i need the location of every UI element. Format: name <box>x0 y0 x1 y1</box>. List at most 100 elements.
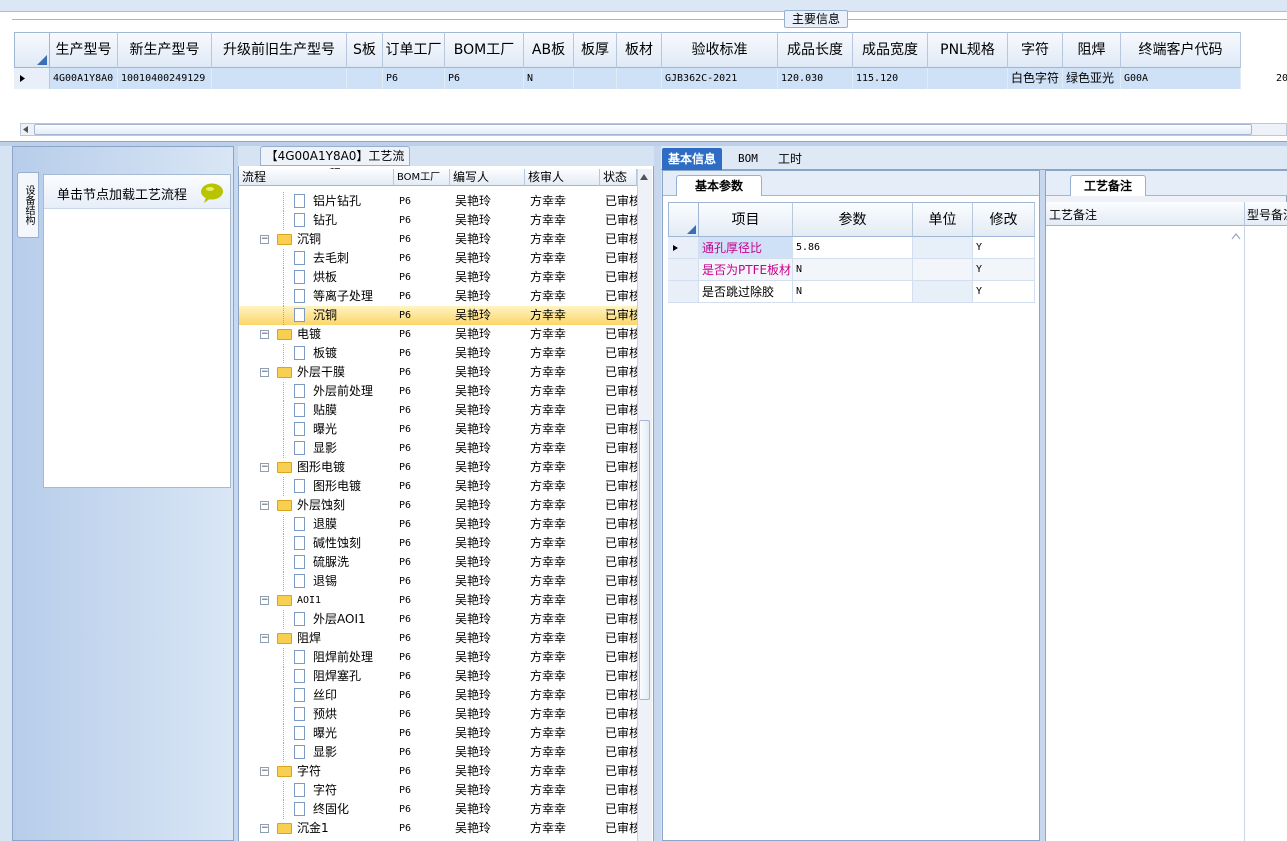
grid-cell[interactable]: 4G00A1Y8A0 <box>50 68 118 89</box>
grid-cell[interactable] <box>212 68 347 89</box>
collapse-toggle-icon[interactable]: − <box>260 368 269 377</box>
column-header[interactable]: 验收标准 <box>662 32 778 68</box>
notes-body[interactable] <box>1046 226 1287 841</box>
tree-node[interactable]: 去毛刺 P6 吴艳玲 方幸幸 已审核 <box>239 249 637 268</box>
tree-node[interactable]: 烘板 P6 吴艳玲 方幸幸 已审核 <box>239 268 637 287</box>
collapse-toggle-icon[interactable]: − <box>260 596 269 605</box>
params-column-header[interactable]: 单位 <box>913 202 973 237</box>
params-cell-value[interactable]: 5.86 <box>793 237 913 259</box>
tree-node[interactable]: 外层AOI1 P6 吴艳玲 方幸幸 已审核 <box>239 610 637 629</box>
column-header[interactable]: 板材 <box>617 32 662 68</box>
column-header[interactable]: 阻焊 <box>1063 32 1121 68</box>
grid-cell[interactable] <box>617 68 662 89</box>
column-header[interactable]: 升级前旧生产型号 <box>212 32 347 68</box>
tree-node[interactable]: 丝印 P6 吴艳玲 方幸幸 已审核 <box>239 686 637 705</box>
params-cell-value[interactable]: N <box>793 281 913 303</box>
notes-scroll-up-icon[interactable] <box>1231 232 1241 240</box>
tree-node[interactable]: − 沉金1 P6 吴艳玲 方幸幸 已审核 <box>239 819 637 838</box>
tree-node[interactable]: 字符 P6 吴艳玲 方幸幸 已审核 <box>239 781 637 800</box>
tree-node[interactable]: − 外层干膜 P6 吴艳玲 方幸幸 已审核 <box>239 363 637 382</box>
column-header[interactable]: 终端客户代码 <box>1121 32 1241 68</box>
tree-node[interactable]: − 图形电镀 P6 吴艳玲 方幸幸 已审核 <box>239 458 637 477</box>
tree-column-header[interactable]: BOM工厂 <box>394 169 450 186</box>
params-column-header[interactable]: 修改 <box>973 202 1035 237</box>
tab-bom[interactable]: BOM <box>732 148 764 170</box>
tree-node[interactable]: 阻焊塞孔 P6 吴艳玲 方幸幸 已审核 <box>239 667 637 686</box>
params-cell-unit[interactable] <box>913 259 973 281</box>
tree-node[interactable]: 显影 P6 吴艳玲 方幸幸 已审核 <box>239 439 637 458</box>
tree-node[interactable]: − 沉铜 P6 吴艳玲 方幸幸 已审核 <box>239 230 637 249</box>
column-header[interactable]: 生产型号 <box>50 32 118 68</box>
params-cell-modify[interactable]: Y <box>973 281 1035 303</box>
collapse-toggle-icon[interactable]: − <box>260 634 269 643</box>
params-cell-item[interactable]: 通孔厚径比 <box>699 237 793 259</box>
tree-node[interactable]: 图形电镀 P6 吴艳玲 方幸幸 已审核 <box>239 477 637 496</box>
scroll-left-icon[interactable] <box>22 125 30 134</box>
grid-cell[interactable]: 120.030 <box>778 68 853 89</box>
tab-basic-params[interactable]: 基本参数 <box>676 175 762 196</box>
column-header[interactable]: 成品宽度 <box>853 32 928 68</box>
params-column-header[interactable]: 参数 <box>793 202 913 237</box>
column-header[interactable]: AB板 <box>524 32 574 68</box>
column-header[interactable]: 新生产型号 <box>118 32 212 68</box>
column-header[interactable]: PNL规格 <box>928 32 1008 68</box>
tree-node[interactable]: 显影 P6 吴艳玲 方幸幸 已审核 <box>239 743 637 762</box>
scroll-up-icon[interactable] <box>639 173 649 181</box>
tree-node[interactable]: 贴膜 P6 吴艳玲 方幸幸 已审核 <box>239 401 637 420</box>
column-header[interactable]: 板厚 <box>574 32 617 68</box>
row-selector[interactable] <box>14 68 50 89</box>
tree-node[interactable]: 预烘 P6 吴艳玲 方幸幸 已审核 <box>239 705 637 724</box>
tree-node[interactable]: 沉铜 P6 吴艳玲 方幸幸 已审核 <box>239 306 637 325</box>
params-grid-corner[interactable] <box>668 202 699 237</box>
tree-node[interactable]: − 电镀 P6 吴艳玲 方幸幸 已审核 <box>239 325 637 344</box>
params-cell-unit[interactable] <box>913 281 973 303</box>
params-row-selector[interactable] <box>668 281 699 303</box>
tab-work-hours[interactable]: 工时 <box>772 148 808 170</box>
top-scroll-thumb[interactable] <box>34 124 1252 135</box>
collapse-toggle-icon[interactable]: − <box>260 330 269 339</box>
tree-node[interactable]: − 字符 P6 吴艳玲 方幸幸 已审核 <box>239 762 637 781</box>
tree-node[interactable]: 曝光 P6 吴艳玲 方幸幸 已审核 <box>239 420 637 439</box>
tree-node[interactable]: 退锡 P6 吴艳玲 方幸幸 已审核 <box>239 572 637 591</box>
tree-scroll-thumb[interactable] <box>639 420 650 700</box>
middle-splitter[interactable] <box>654 146 661 841</box>
tree-node[interactable]: 退膜 P6 吴艳玲 方幸幸 已审核 <box>239 515 637 534</box>
tree-node[interactable]: 曝光 P6 吴艳玲 方幸幸 已审核 <box>239 724 637 743</box>
params-cell-item[interactable]: 是否为PTFE板材 <box>699 259 793 281</box>
grid-cell[interactable]: GJB362C-2021 <box>662 68 778 89</box>
params-cell-modify[interactable]: Y <box>973 259 1035 281</box>
params-cell-unit[interactable] <box>913 237 973 259</box>
collapse-toggle-icon[interactable]: − <box>260 501 269 510</box>
tree-column-header[interactable]: 流程 <box>239 169 394 186</box>
params-cell-item[interactable]: 是否跳过除胶 <box>699 281 793 303</box>
column-header[interactable]: 字符 <box>1008 32 1063 68</box>
equipment-structure-tab[interactable]: 设备结构 <box>17 172 39 238</box>
tab-basic-info[interactable]: 基本信息 <box>662 148 723 170</box>
tree-node[interactable]: 阻焊前处理 P6 吴艳玲 方幸幸 已审核 <box>239 648 637 667</box>
speech-bubble-icon[interactable] <box>200 183 224 203</box>
params-column-header[interactable]: 项目 <box>699 202 793 237</box>
params-cell-modify[interactable]: Y <box>973 237 1035 259</box>
grid-cell[interactable]: 绿色亚光 <box>1063 68 1121 89</box>
tree-node[interactable]: 外层前处理 P6 吴艳玲 方幸幸 已审核 <box>239 382 637 401</box>
grid-cell[interactable]: 115.120 <box>853 68 928 89</box>
column-header[interactable]: BOM工厂 <box>445 32 524 68</box>
grid-corner[interactable] <box>14 32 50 68</box>
column-header[interactable]: 订单工厂 <box>383 32 445 68</box>
tree-column-header[interactable]: 编写人 <box>450 169 525 186</box>
grid-cell[interactable] <box>347 68 383 89</box>
tree-node[interactable]: 碱性蚀刻 P6 吴艳玲 方幸幸 已审核 <box>239 534 637 553</box>
tree-node[interactable]: 硫脲洗 P6 吴艳玲 方幸幸 已审核 <box>239 553 637 572</box>
tab-process-notes[interactable]: 工艺备注 <box>1070 175 1146 196</box>
tree-column-header[interactable]: 核审人 <box>525 169 600 186</box>
grid-cell[interactable]: 白色字符 <box>1008 68 1063 89</box>
grid-cell[interactable] <box>574 68 617 89</box>
tree-node[interactable]: 钻孔 P6 吴艳玲 方幸幸 已审核 <box>239 211 637 230</box>
grid-cell[interactable]: N <box>524 68 574 89</box>
column-header[interactable]: S板 <box>347 32 383 68</box>
grid-cell[interactable]: G00A <box>1121 68 1241 89</box>
params-row-selector[interactable] <box>668 237 699 259</box>
params-row-selector[interactable] <box>668 259 699 281</box>
tree-node[interactable]: − 阻焊 P6 吴艳玲 方幸幸 已审核 <box>239 629 637 648</box>
tree-column-header[interactable]: 状态 <box>600 169 637 186</box>
